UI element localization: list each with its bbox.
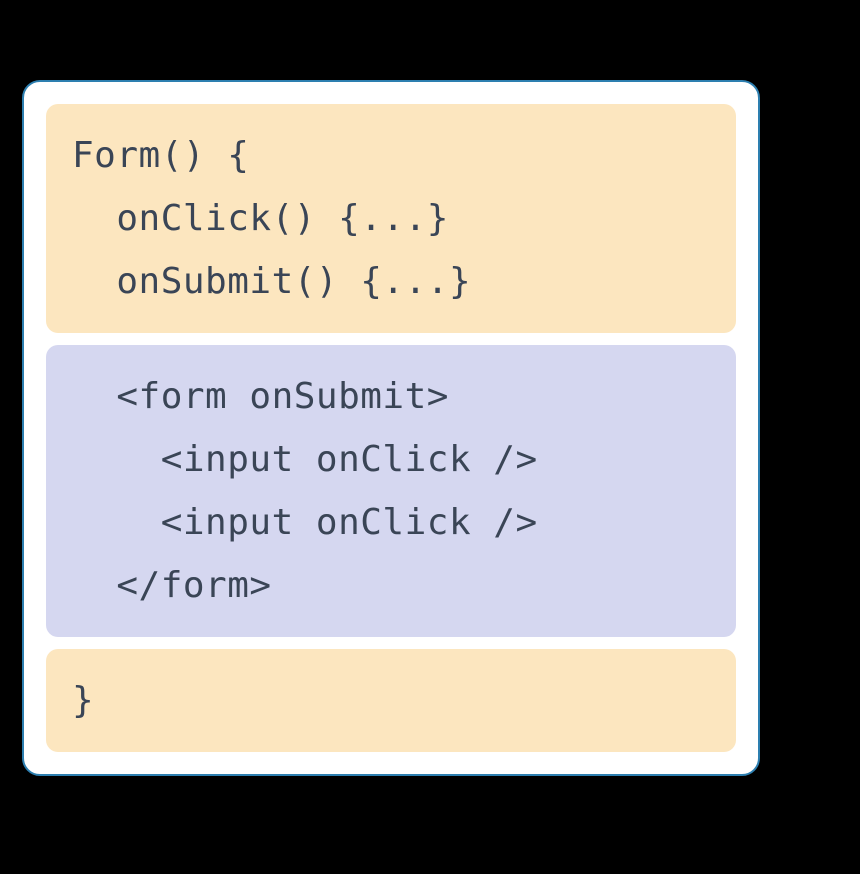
code-line: <form onSubmit> — [72, 365, 710, 428]
code-block-top: Form() { onClick() {...} onSubmit() {...… — [46, 104, 736, 333]
code-diagram-card: Form() { onClick() {...} onSubmit() {...… — [22, 80, 760, 776]
code-line: onClick() {...} — [72, 187, 710, 250]
code-line: onSubmit() {...} — [72, 250, 710, 313]
code-line: } — [72, 669, 710, 732]
code-line: </form> — [72, 554, 710, 617]
code-line: <input onClick /> — [72, 428, 710, 491]
code-block-middle: <form onSubmit> <input onClick /> <input… — [46, 345, 736, 637]
code-line: Form() { — [72, 124, 710, 187]
code-line: <input onClick /> — [72, 491, 710, 554]
code-block-bottom: } — [46, 649, 736, 752]
